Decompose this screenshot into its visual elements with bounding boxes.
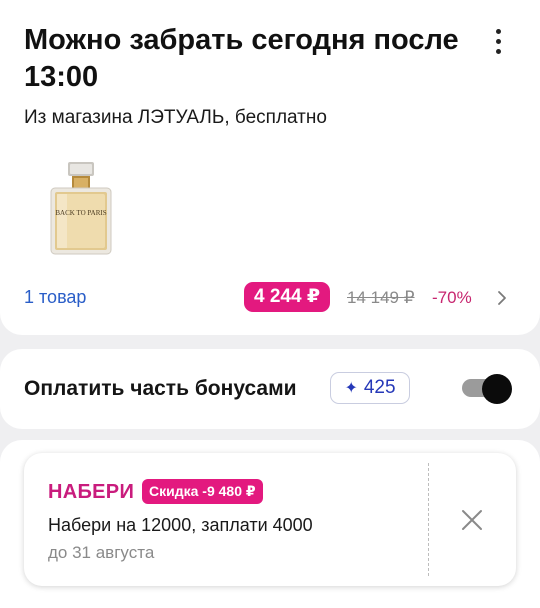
bonus-card: Оплатить часть бонусами ✦ 425: [0, 349, 540, 429]
bonus-label: Оплатить часть бонусами: [24, 377, 297, 400]
promo-valid-until: до 31 августа: [48, 543, 155, 562]
old-price: 14 149 ₽: [347, 288, 415, 307]
discount-percent: -70%: [432, 288, 472, 307]
pickup-card: Можно забрать сегодня после 13:00 Из маг…: [0, 0, 540, 335]
current-price-badge: 4 244 ₽: [244, 282, 331, 312]
promo-section: НАБЕРИ Скидка -9 480 ₽ Набери на 12000, …: [0, 440, 540, 608]
promo-title: НАБЕРИ: [48, 481, 135, 503]
product-thumbnail[interactable]: BACK TO PARIS: [45, 160, 117, 260]
more-options-icon[interactable]: [484, 24, 512, 58]
sparkle-icon: ✦: [344, 380, 358, 397]
pickup-subtitle: Из магазина ЛЭТУАЛЬ, бесплатно: [24, 107, 327, 128]
promo-divider: [428, 463, 429, 576]
pickup-title: Можно забрать сегодня после 13:00: [24, 24, 459, 93]
promo-card[interactable]: НАБЕРИ Скидка -9 480 ₽ Набери на 12000, …: [24, 453, 516, 586]
items-count-link[interactable]: 1 товар: [24, 287, 86, 308]
promo-discount-badge: Скидка -9 480 ₽: [142, 479, 263, 504]
product-label-text: BACK TO PARIS: [55, 209, 107, 217]
bonus-toggle[interactable]: [462, 374, 512, 404]
toggle-knob: [482, 374, 512, 404]
close-icon[interactable]: [460, 508, 484, 532]
promo-description: Набери на 12000, заплати 4000: [48, 515, 313, 535]
bonus-amount: 425: [363, 377, 396, 398]
chevron-right-icon[interactable]: [494, 289, 510, 307]
bonus-balance-chip: ✦ 425: [330, 372, 410, 404]
